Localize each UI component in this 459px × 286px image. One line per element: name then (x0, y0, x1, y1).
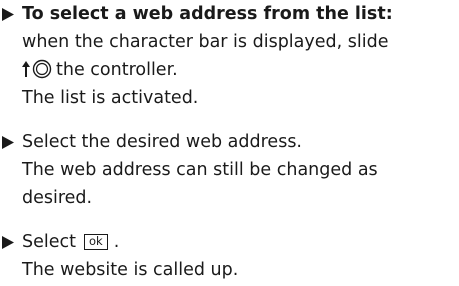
instruction-document: To select a web address from the list: w… (0, 0, 459, 284)
step-1: To select a web address from the list: w… (0, 0, 459, 112)
step-1-result: The list is activated. (22, 88, 199, 108)
step-3-select-suffix: . (113, 232, 120, 252)
triangle-right-icon (2, 128, 16, 156)
step-3: Select ok. The website is called up. (0, 228, 459, 284)
step-1-line-2: when the character bar is displayed, sli… (22, 32, 389, 52)
step-3-result: The website is called up. (22, 260, 239, 280)
step-1-line-3: the controller. (22, 56, 459, 84)
step-1-line-3-text: the controller. (56, 60, 178, 80)
step-1-heading: To select a web address from the list: (22, 4, 393, 24)
step-2-line-1: Select the desired web address. (22, 132, 302, 152)
triangle-right-icon (2, 228, 16, 256)
triangle-right-icon (2, 0, 16, 28)
step-2-line-2: The web address can still be changed as (22, 160, 378, 180)
step-2: Select the desired web address. The web … (0, 128, 459, 212)
controller-slide-up-icon (22, 59, 52, 79)
step-2-line-3: desired. (22, 188, 93, 208)
step-3-line-1: Select ok. (22, 228, 459, 256)
ok-button-symbol: ok (84, 234, 108, 250)
step-3-select-prefix: Select (22, 232, 76, 252)
